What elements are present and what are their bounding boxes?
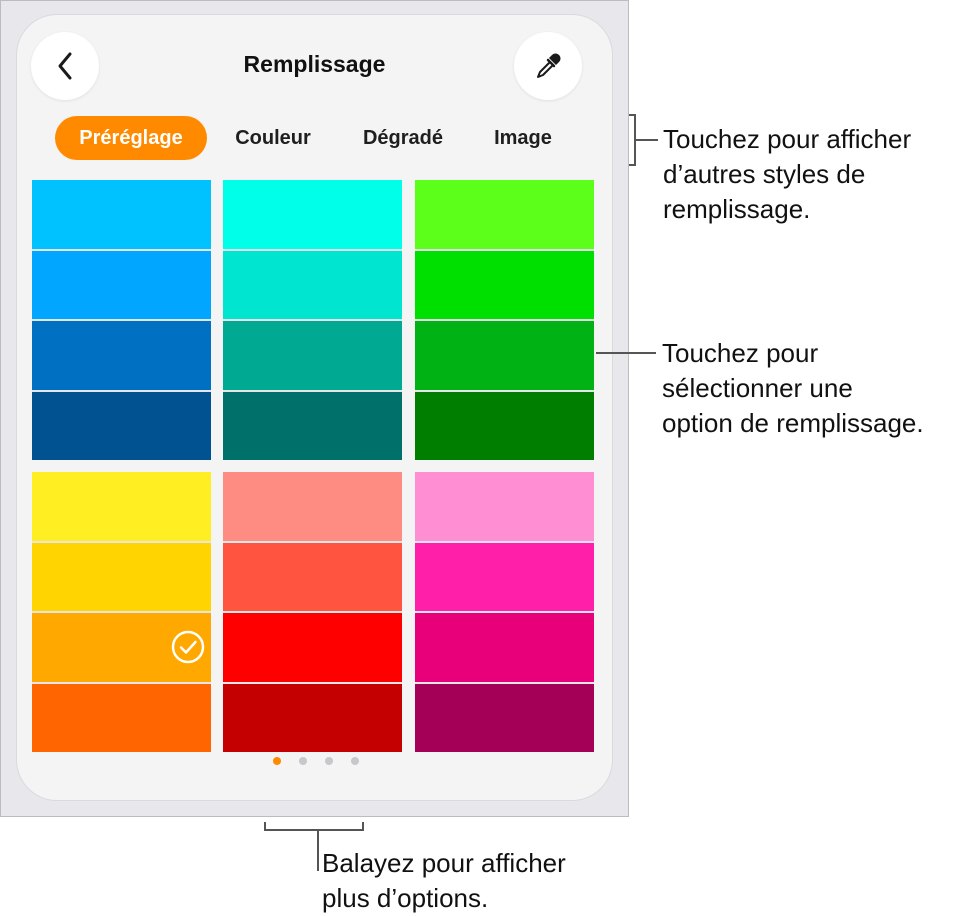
fill-style-tabs: Préréglage Couleur Dégradé Image xyxy=(17,116,612,162)
color-swatch[interactable] xyxy=(223,321,402,390)
color-swatch[interactable] xyxy=(32,321,211,390)
color-swatch[interactable] xyxy=(223,472,402,541)
swatch-column xyxy=(223,472,402,752)
color-swatch[interactable] xyxy=(32,472,211,541)
color-swatch[interactable] xyxy=(32,250,211,319)
checkmark-icon xyxy=(171,631,205,664)
color-swatch[interactable] xyxy=(223,391,402,460)
color-swatch[interactable] xyxy=(32,391,211,460)
callout-leader-pages xyxy=(317,829,319,871)
color-swatch[interactable] xyxy=(223,613,402,682)
callout-swatches: Touchez pour sélectionner une option de … xyxy=(662,338,924,438)
callout-leader-swatches xyxy=(596,352,656,354)
color-swatch[interactable] xyxy=(415,180,594,249)
page-dot[interactable] xyxy=(351,757,359,765)
page-dot[interactable] xyxy=(273,757,281,765)
page-dot[interactable] xyxy=(299,757,307,765)
callout-pages: Balayez pour afficher plus d’options. xyxy=(322,848,566,913)
color-swatch[interactable] xyxy=(415,613,594,682)
callout-bracket-pages-left xyxy=(264,822,266,831)
color-swatch[interactable] xyxy=(415,250,594,319)
color-swatch[interactable] xyxy=(415,321,594,390)
tab-gradient[interactable]: Dégradé xyxy=(351,116,455,160)
color-swatch[interactable] xyxy=(32,613,211,682)
color-swatch[interactable] xyxy=(415,472,594,541)
callout-bracket-tabs-bottom xyxy=(629,164,636,166)
callout-bracket-pages-right xyxy=(362,822,364,831)
color-swatch[interactable] xyxy=(223,250,402,319)
eyedropper-icon xyxy=(537,53,561,78)
color-swatch[interactable] xyxy=(223,683,402,752)
callout-leader-tabs xyxy=(636,139,658,141)
color-swatch[interactable] xyxy=(415,683,594,752)
color-swatch[interactable] xyxy=(415,542,594,611)
swatch-column xyxy=(32,472,211,752)
swatch-column xyxy=(32,180,211,460)
device-frame: Remplissage Préréglage Couleur Dégradé I… xyxy=(0,0,629,817)
tab-image[interactable]: Image xyxy=(483,116,563,160)
tab-preset[interactable]: Préréglage xyxy=(55,116,207,160)
color-swatch[interactable] xyxy=(223,180,402,249)
page-dot[interactable] xyxy=(325,757,333,765)
swatch-column xyxy=(415,180,594,460)
color-swatch[interactable] xyxy=(415,391,594,460)
color-swatch[interactable] xyxy=(32,683,211,752)
page-indicator[interactable] xyxy=(1,757,630,767)
callout-tabs: Touchez pour afficher d’autres styles de… xyxy=(663,124,912,224)
tab-color[interactable]: Couleur xyxy=(223,116,323,160)
color-swatch[interactable] xyxy=(32,542,211,611)
callout-bracket-tabs-top xyxy=(629,114,636,116)
callout-bracket-pages xyxy=(264,829,364,831)
color-swatch[interactable] xyxy=(223,542,402,611)
fill-panel: Remplissage Préréglage Couleur Dégradé I… xyxy=(17,15,612,800)
swatch-column xyxy=(415,472,594,752)
eyedropper-button[interactable] xyxy=(514,32,582,100)
color-swatch[interactable] xyxy=(32,180,211,249)
swatch-column xyxy=(223,180,402,460)
